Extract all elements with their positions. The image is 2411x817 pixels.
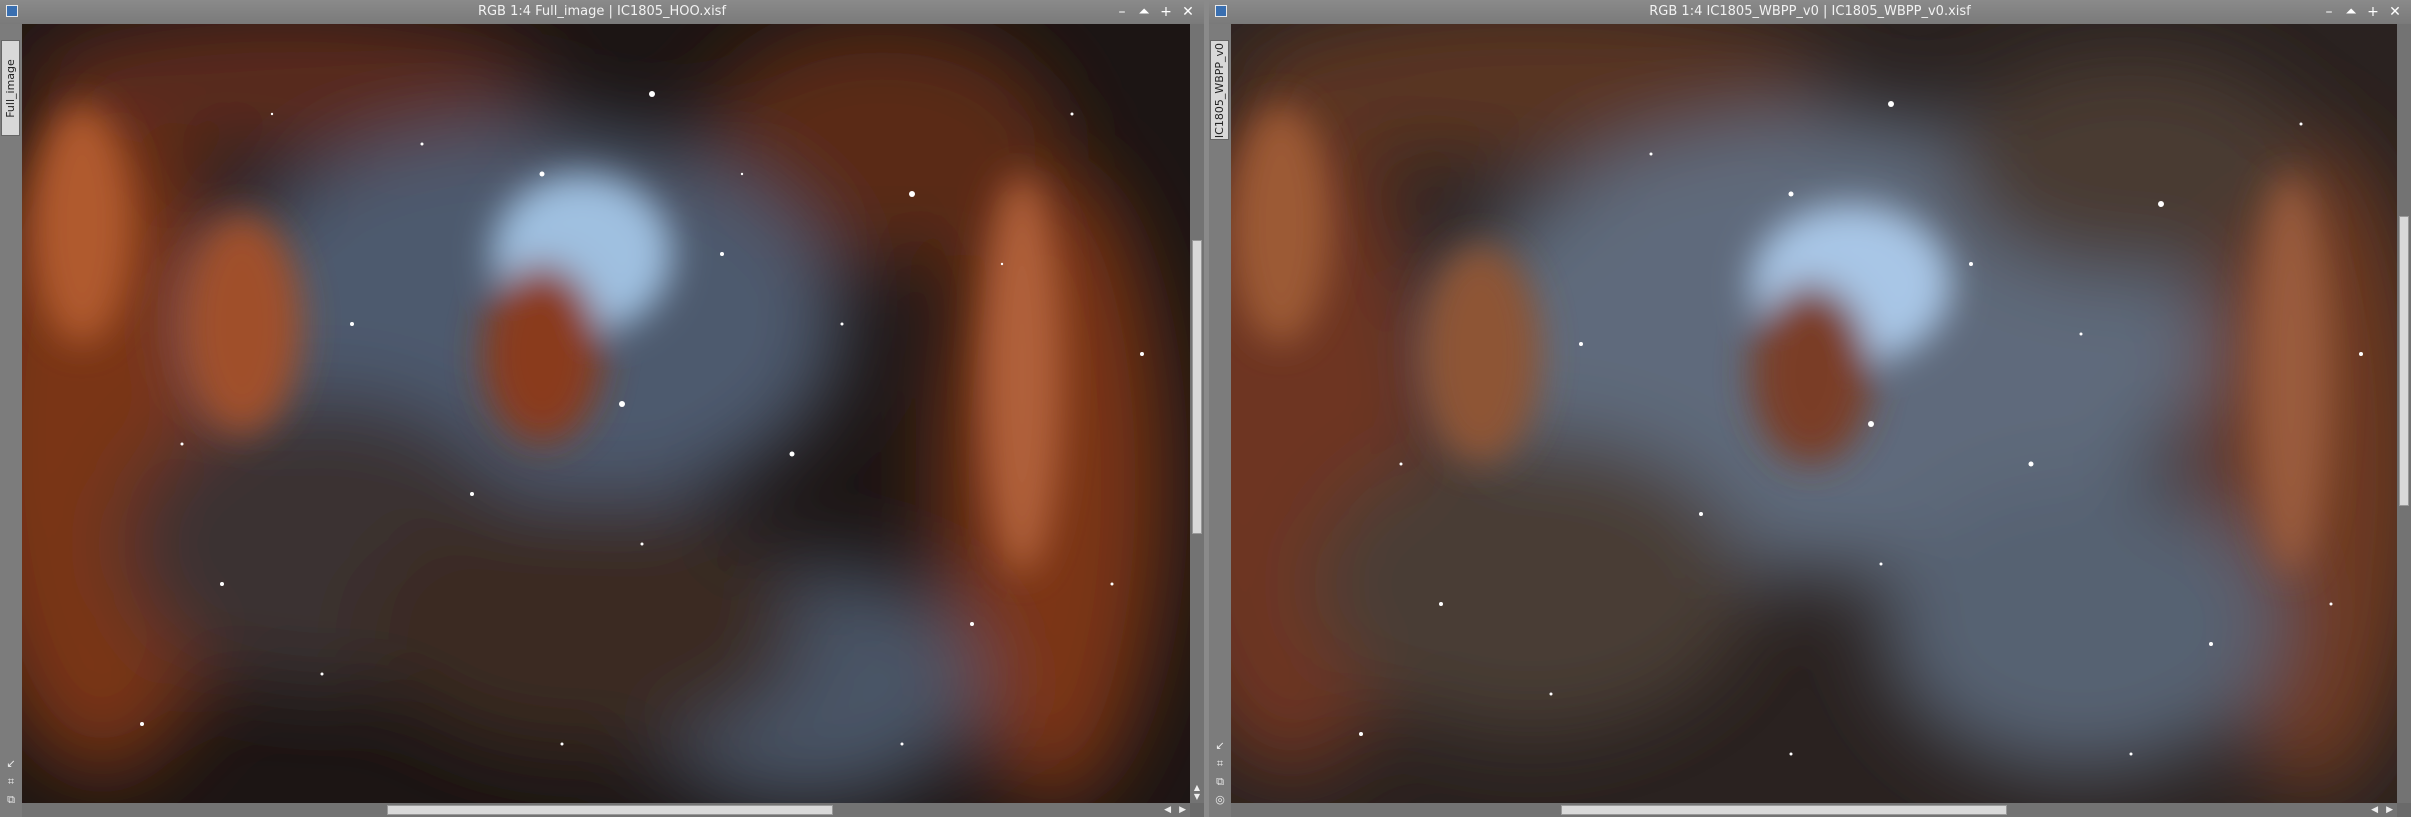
side-tab-label: IC1805_WBPP_v0 (1213, 42, 1226, 138)
window-icon[interactable] (6, 5, 18, 17)
horizontal-scroll-thumb[interactable] (387, 805, 833, 815)
window-title-bar[interactable]: RGB 1:4 IC1805_WBPP_v0 | IC1805_WBPP_v0.… (1209, 0, 2411, 24)
nebula-image (22, 24, 1190, 803)
maximize-button[interactable]: + (2363, 0, 2383, 24)
image-viewport[interactable] (22, 24, 1190, 803)
side-tab-wbpp[interactable]: IC1805_WBPP_v0 (1210, 40, 1229, 140)
window-title: RGB 1:4 IC1805_WBPP_v0 | IC1805_WBPP_v0.… (1649, 4, 1971, 19)
scroll-left-arrow[interactable]: ◀ (1164, 803, 1171, 817)
vertical-scroll-thumb[interactable] (2399, 216, 2409, 506)
image-window-wbpp[interactable]: RGB 1:4 IC1805_WBPP_v0 | IC1805_WBPP_v0.… (1209, 0, 2411, 817)
reset-view-icon[interactable]: ↙ (6, 757, 15, 771)
close-button[interactable]: ✕ (1178, 0, 1198, 24)
horizontal-scrollbar[interactable]: ◀ ▶ (1231, 803, 2397, 817)
window-icon[interactable] (1215, 5, 1227, 17)
vertical-scrollbar[interactable] (2397, 24, 2411, 803)
scroll-corner (1190, 803, 1204, 817)
side-tab-label: Full_image (4, 58, 18, 118)
grid-icon[interactable]: ⌗ (8, 775, 14, 789)
close-button[interactable]: ✕ (2385, 0, 2405, 24)
horizontal-scroll-thumb[interactable] (1561, 805, 2007, 815)
target-icon[interactable]: ◎ (1215, 793, 1225, 807)
scroll-left-arrow[interactable]: ◀ (2371, 803, 2378, 817)
window-title: RGB 1:4 Full_image | IC1805_HOO.xisf (477, 4, 727, 19)
minimize-button[interactable]: – (1112, 0, 1132, 24)
scroll-down-arrow[interactable]: ▼ (1192, 792, 1202, 801)
clone-icon[interactable]: ⧉ (1216, 775, 1224, 789)
minimize-button[interactable]: – (2319, 0, 2339, 24)
maximize-button[interactable]: + (1156, 0, 1176, 24)
shade-button[interactable]: ⏶ (1134, 0, 1154, 24)
nebula-image (1231, 24, 2397, 803)
scroll-right-arrow[interactable]: ▶ (1179, 803, 1186, 817)
shade-button[interactable]: ⏶ (2341, 0, 2361, 24)
side-rail: Full_image ↙ ⌗ ⧉ (0, 24, 22, 817)
side-tab-full-image[interactable]: Full_image (1, 40, 20, 136)
reset-view-icon[interactable]: ↙ (1215, 739, 1224, 753)
scroll-corner (2397, 803, 2411, 817)
horizontal-scrollbar[interactable]: ◀ ▶ (22, 803, 1190, 817)
scroll-right-arrow[interactable]: ▶ (2386, 803, 2393, 817)
window-title-bar[interactable]: RGB 1:4 Full_image | IC1805_HOO.xisf – ⏶… (0, 0, 1204, 24)
grid-icon[interactable]: ⌗ (1217, 757, 1223, 771)
image-viewport[interactable] (1231, 24, 2397, 803)
scroll-up-arrow[interactable]: ▲ (1192, 783, 1202, 792)
clone-icon[interactable]: ⧉ (7, 793, 15, 807)
vertical-scrollbar[interactable]: ▲ ▼ (1190, 24, 1204, 803)
side-rail: IC1805_WBPP_v0 ↙ ⌗ ⧉ ◎ (1209, 24, 1231, 817)
vertical-scroll-thumb[interactable] (1192, 240, 1202, 534)
image-window-full-image[interactable]: RGB 1:4 Full_image | IC1805_HOO.xisf – ⏶… (0, 0, 1204, 817)
